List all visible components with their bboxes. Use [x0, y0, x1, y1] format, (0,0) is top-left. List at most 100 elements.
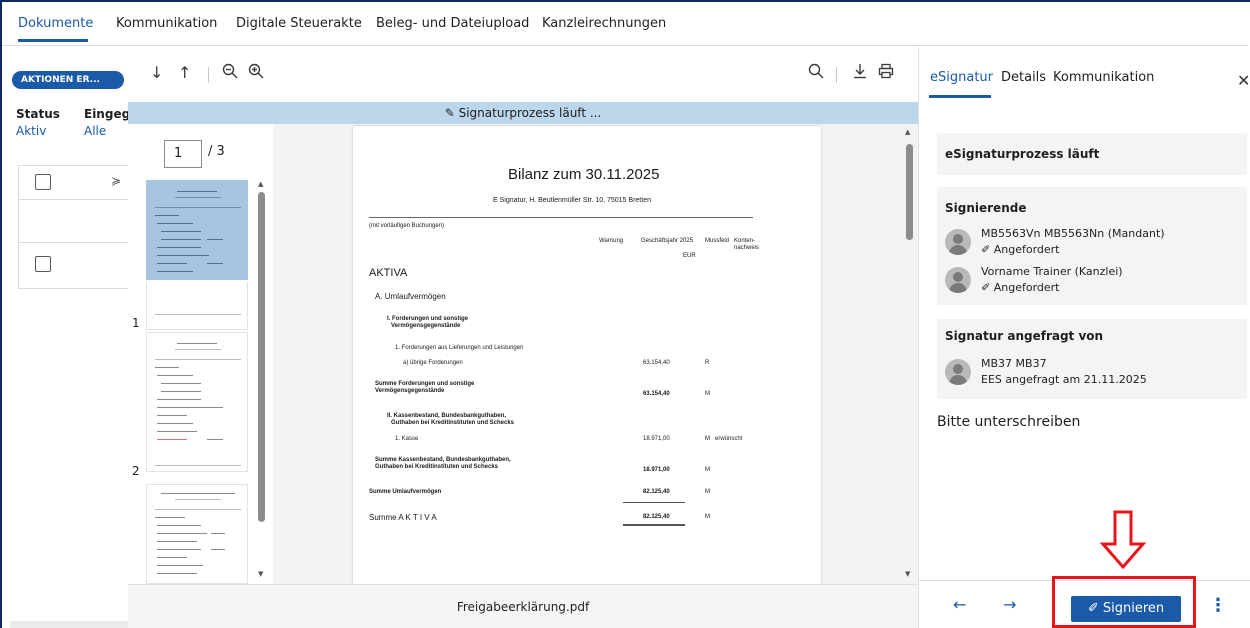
document-scroll-up-icon[interactable]: ▲ [905, 128, 910, 136]
expand-chevron-icon[interactable]: ≽ [111, 174, 121, 188]
uebrige-value: 63.154,40 [643, 360, 670, 366]
signature-status-banner: ✎ Signaturprozess läuft ... [128, 102, 918, 124]
red-arrow-down-icon [1100, 510, 1146, 570]
please-sign-text: Bitte unterschreiben [937, 414, 1081, 430]
process-title: eSignaturprozess läuft [945, 147, 1100, 161]
tab-kommunikation[interactable]: Kommunikation [116, 16, 217, 31]
status-filter-value[interactable]: Aktiv [16, 124, 46, 138]
tab-kommunikation-panel[interactable]: Kommunikation [1053, 70, 1154, 85]
thumbnail-number-2: 2 [132, 464, 140, 478]
next-page-icon[interactable]: ↓ [150, 63, 163, 82]
toolbar-separator [836, 67, 837, 83]
banner-text: Signaturprozess läuft ... [458, 106, 602, 120]
close-icon[interactable]: ✕ [1237, 71, 1250, 90]
select-all-checkbox[interactable] [35, 174, 51, 190]
page-total: / 3 [208, 144, 225, 159]
arrow-left-icon[interactable]: ← [953, 595, 966, 614]
summe-forderungen-line-2: Vermögensgegenstände [375, 388, 445, 394]
kasse-flag: M [705, 436, 710, 442]
document-filename-bar: Freigabeerklärung.pdf [128, 584, 918, 628]
thumbnail-scrollbar-thumb[interactable] [258, 192, 265, 522]
row-checkbox[interactable] [35, 256, 51, 272]
active-panel-tab-indicator [929, 95, 991, 98]
status-column-header[interactable]: Status [16, 107, 60, 121]
kassen-line-2: Guthaben bei Kreditinstituten und Scheck… [391, 420, 515, 426]
requested-by-title: Signatur angefragt von [945, 329, 1104, 343]
tab-details[interactable]: Details [1001, 70, 1046, 85]
summe-umlauf-label: Summe Umlaufvermögen [369, 489, 442, 495]
arrow-right-icon[interactable]: → [1003, 595, 1016, 614]
tab-beleg-upload[interactable]: Beleg- und Dateiupload [376, 16, 529, 31]
thumbnail-page-3[interactable] [146, 484, 248, 584]
avatar [945, 267, 971, 293]
tab-kanzleirechnungen[interactable]: Kanzleirechnungen [542, 16, 666, 31]
umlauf-heading: A. Umlaufvermögen [375, 292, 446, 301]
lieferungen-line: 1. Forderungen aus Lieferungen und Leist… [395, 345, 524, 351]
sum-rule [623, 502, 685, 503]
thumbnail-page-1[interactable] [146, 180, 248, 280]
signer-status: ✐ Angefordert [981, 243, 1060, 256]
document-scrollbar[interactable]: ▲ ▼ [902, 124, 916, 584]
summe-umlauf-flag: M [705, 489, 710, 495]
requester-name: MB37 MB37 [981, 357, 1047, 370]
document-page: Bilanz zum 30.11.2025 E Signatur, H. Beu… [353, 126, 821, 584]
thumbnail-page-1-lower[interactable] [146, 282, 248, 330]
summe-forderungen-line-1: Summe Forderungen und sonstige [375, 381, 475, 387]
horizontal-scrollbar[interactable] [10, 621, 130, 628]
thumbnail-scroll-down-icon[interactable]: ▼ [258, 570, 263, 578]
document-title: Bilanz zum 30.11.2025 [508, 166, 660, 183]
kasse-note: erwünscht [715, 436, 743, 442]
table-row-divider [19, 242, 131, 243]
col-mussfeld: Mussfeld [705, 238, 730, 244]
tab-esignatur[interactable]: eSignatur [930, 70, 993, 85]
thumbnail-page-2[interactable] [146, 332, 248, 472]
tab-dokumente[interactable]: Dokumente [18, 16, 93, 31]
pen-icon: ✎ [444, 106, 455, 120]
document-subtitle: E Signatur, H. Beutlenmüller Str. 10, 75… [493, 197, 651, 204]
signer-name: MB5563Vn MB5563Nn (Mandant) [981, 227, 1165, 240]
summe-kassen-value: 18.971,00 [643, 467, 670, 473]
signer-name: Vorname Trainer (Kanzlei) [981, 265, 1123, 278]
forderungen-line-2: Vermögensgegenstände [391, 323, 461, 329]
thumbnail-pane: 1 / 3 1 2 ▲ ▼ [128, 124, 273, 584]
thumbnail-scroll-up-icon[interactable]: ▲ [258, 180, 263, 188]
zoom-in-icon[interactable] [248, 63, 264, 83]
summe-forderungen-value: 63.154,40 [643, 391, 670, 397]
requester-info: EES angefragt am 21.11.2025 [981, 373, 1147, 386]
sign-button-highlight [1052, 576, 1196, 628]
toolbar-separator [208, 67, 209, 83]
uebrige-line: a) übrige Forderungen [403, 360, 463, 366]
download-icon[interactable] [852, 63, 868, 83]
eingang-filter-value[interactable]: Alle [84, 124, 106, 138]
col-warnung: Warnung [599, 238, 624, 244]
tab-digitale-steuerakte[interactable]: Digitale Steuerakte [236, 16, 362, 31]
previous-page-icon[interactable]: ↑ [178, 63, 191, 82]
print-icon[interactable] [878, 63, 894, 83]
signer-item: Vorname Trainer (Kanzlei) ✐ Angefordert [945, 263, 1245, 299]
document-list-background: AKTIONEN ER... Status Aktiv Eingega Alle… [2, 47, 138, 628]
active-tab-indicator [18, 39, 88, 42]
search-icon[interactable] [808, 63, 824, 83]
thumbnail-number-1: 1 [132, 316, 140, 330]
signer-status: ✐ Angefordert [981, 281, 1060, 294]
summe-umlauf-value: 82.125,40 [643, 489, 670, 495]
signers-title: Signierende [945, 201, 1027, 215]
document-scrollbar-thumb[interactable] [906, 144, 913, 240]
document-scroll-down-icon[interactable]: ▼ [905, 570, 910, 578]
actions-button[interactable]: AKTIONEN ER... [12, 71, 124, 89]
esignature-panel: eSignatur Details Kommunikation ✕ eSigna… [918, 47, 1250, 628]
avatar [945, 229, 971, 255]
kasse-line: 1. Kasse [395, 436, 419, 442]
summe-kassen-line-2: Guthaben bei Kreditinstituten und Scheck… [375, 464, 499, 470]
kasse-value: 18.971,00 [643, 436, 670, 442]
page-number-input[interactable]: 1 [164, 140, 202, 168]
more-options-icon[interactable]: ⋮ [1209, 595, 1227, 616]
zoom-out-icon[interactable] [222, 63, 238, 83]
total-double-rule [623, 524, 685, 526]
requested-by-card: Signatur angefragt von MB37 MB37 EES ang… [937, 319, 1247, 399]
col-nachweis: nachweis [734, 245, 760, 251]
signer-item: MB5563Vn MB5563Nn (Mandant) ✐ Angeforder… [945, 225, 1245, 261]
requester-item: MB37 MB37 EES angefragt am 21.11.2025 [945, 355, 1245, 391]
divider [369, 217, 753, 218]
col-geschaeftsjahr: Geschäftsjahr 2025 [641, 238, 694, 244]
